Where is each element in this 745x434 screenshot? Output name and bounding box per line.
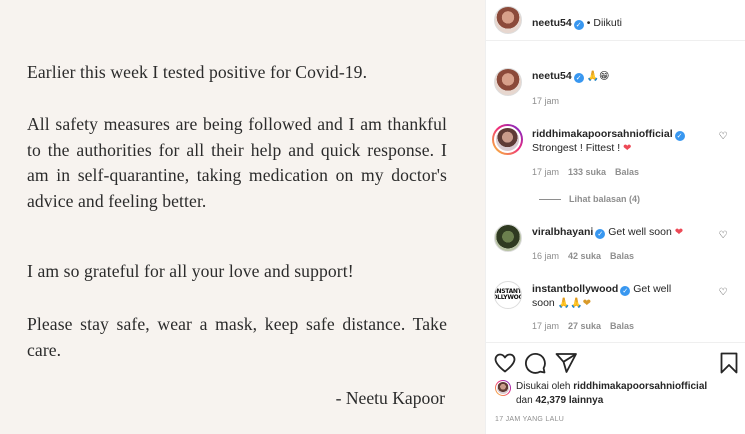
- reply-button[interactable]: Balas: [610, 321, 634, 331]
- caption-avatar[interactable]: [494, 68, 522, 96]
- comment-username[interactable]: riddhimakapoorsahniofficial: [532, 128, 673, 140]
- comment-icon[interactable]: [523, 351, 547, 375]
- caption-emoji: 🙏😁: [586, 71, 610, 82]
- post-side-panel: neetu54 ✓ • Diikuti neetu54 ✓ 🙏😁 17 jam ridd…: [485, 0, 745, 434]
- header-separator: •: [586, 17, 591, 29]
- comment-avatar[interactable]: [492, 124, 523, 155]
- post-timestamp[interactable]: 17 JAM YANG LALU: [495, 416, 564, 423]
- reply-button[interactable]: Balas: [610, 251, 634, 261]
- post-actions: Disukai oleh riddhimakapoorsahniofficial…: [486, 342, 745, 434]
- caption-username[interactable]: neetu54: [532, 70, 572, 82]
- caption-meta: 17 jam: [532, 96, 568, 106]
- liked-by-avatar[interactable]: [495, 380, 511, 396]
- comment-likes[interactable]: 133 suka: [568, 167, 606, 177]
- verified-badge-icon: ✓: [674, 131, 685, 141]
- follow-status-button[interactable]: Diikuti: [593, 17, 622, 29]
- others-count[interactable]: 42,379 lainnya: [535, 395, 603, 406]
- and-label: dan: [516, 395, 533, 406]
- verified-badge-icon: ✓: [573, 73, 584, 83]
- comment-like-heart-icon[interactable]: ♡: [717, 131, 729, 143]
- comment-time[interactable]: 17 jam: [532, 167, 559, 177]
- comment-username[interactable]: viralbhayani: [532, 226, 593, 238]
- comment-username[interactable]: instantbollywood: [532, 283, 618, 295]
- comment-item: riddhimakapoorsahniofficial ✓ Strongest !…: [532, 127, 712, 156]
- comment-avatar[interactable]: INSTANT BOLLYWOOD: [494, 281, 522, 309]
- post-paragraph-1: Earlier this week I tested positive for …: [27, 62, 368, 82]
- verified-badge-icon: ✓: [620, 286, 631, 296]
- post-paragraph-4: Please stay safe, wear a mask, keep safe…: [27, 314, 447, 360]
- verified-badge-icon: ✓: [573, 20, 584, 30]
- comment-text: Get well: [633, 283, 672, 295]
- comment-like-heart-icon[interactable]: ♡: [717, 287, 729, 299]
- comment-meta: 16 jam 42 suka Balas: [532, 251, 643, 261]
- liked-by-prefix: Disukai oleh: [516, 381, 571, 392]
- liked-by-user[interactable]: riddhimakapoorsahniofficial: [573, 381, 707, 392]
- comment-text: Strongest ! Fittest !: [532, 142, 621, 154]
- comment-text-cont: soon: [532, 297, 555, 309]
- bookmark-icon[interactable]: [717, 351, 741, 375]
- comment-emoji: 🙏🙏❤: [557, 298, 591, 309]
- header-user-line: neetu54 ✓ • Diikuti: [532, 13, 622, 31]
- paper-plane-icon[interactable]: [554, 351, 578, 375]
- heart-emoji: ❤: [623, 143, 632, 154]
- heart-outline-icon[interactable]: [493, 351, 517, 375]
- view-replies-label: Lihat balasan (4): [569, 194, 641, 204]
- comment-time[interactable]: 17 jam: [532, 321, 559, 331]
- heart-emoji: ❤: [674, 227, 684, 238]
- instantbollywood-logo: INSTANT BOLLYWOOD: [494, 288, 522, 301]
- comment-item: instantbollywood ✓ Get well soon 🙏🙏❤: [532, 282, 712, 311]
- post-paragraph-2: All safety measures are being followed a…: [27, 114, 447, 211]
- comment-item: viralbhayani ✓ Get well soon ❤: [532, 225, 712, 240]
- caption-time[interactable]: 17 jam: [532, 96, 559, 106]
- comment-like-heart-icon[interactable]: ♡: [717, 230, 729, 242]
- post-signature: - Neetu Kapoor: [335, 388, 445, 408]
- post-paragraph-3: I am so grateful for all your love and s…: [27, 261, 354, 281]
- likes-summary: Disukai oleh riddhimakapoorsahniofficial…: [516, 380, 707, 408]
- comment-meta: 17 jam 133 suka Balas: [532, 167, 648, 177]
- divider: [539, 199, 561, 201]
- avatar[interactable]: [494, 6, 522, 34]
- comment-time[interactable]: 16 jam: [532, 251, 559, 261]
- comment-likes[interactable]: 42 suka: [568, 251, 601, 261]
- post-header: neetu54 ✓ • Diikuti: [486, 0, 745, 41]
- comment-text: Get well soon: [608, 226, 672, 238]
- comment-meta: 17 jam 27 suka Balas: [532, 321, 643, 331]
- reply-button[interactable]: Balas: [615, 167, 639, 177]
- verified-badge-icon: ✓: [595, 229, 606, 239]
- comment-likes[interactable]: 27 suka: [568, 321, 601, 331]
- post-image[interactable]: Earlier this week I tested positive for …: [0, 0, 485, 434]
- comment-avatar[interactable]: [494, 224, 522, 252]
- caption: neetu54 ✓ 🙏😁: [532, 69, 712, 84]
- header-username[interactable]: neetu54: [532, 17, 572, 29]
- view-replies-button[interactable]: Lihat balasan (4): [539, 194, 640, 204]
